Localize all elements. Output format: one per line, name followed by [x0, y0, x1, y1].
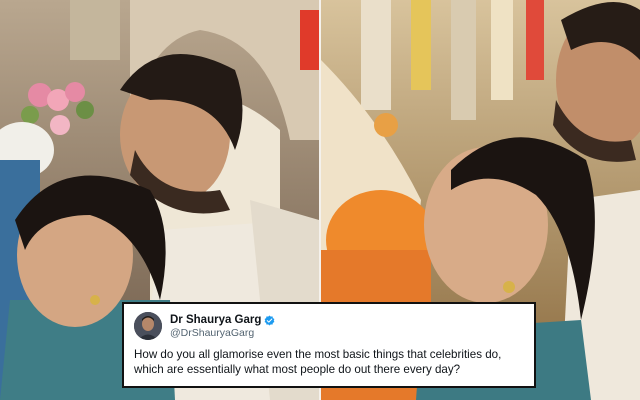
- author-handle[interactable]: @DrShauryaGarg: [170, 327, 275, 340]
- avatar[interactable]: [134, 312, 162, 340]
- tweet-header: Dr Shaurya Garg @DrShauryaGarg: [134, 311, 524, 341]
- avatar-image: [134, 312, 162, 340]
- tweet-text: How do you all glamorise even the most b…: [134, 348, 502, 376]
- author-name-text: Dr Shaurya Garg: [170, 314, 262, 326]
- author-name[interactable]: Dr Shaurya Garg: [170, 314, 275, 327]
- verified-badge-icon: [265, 315, 275, 326]
- tweet-card: Dr Shaurya Garg @DrShauryaGarg How do yo…: [122, 302, 536, 388]
